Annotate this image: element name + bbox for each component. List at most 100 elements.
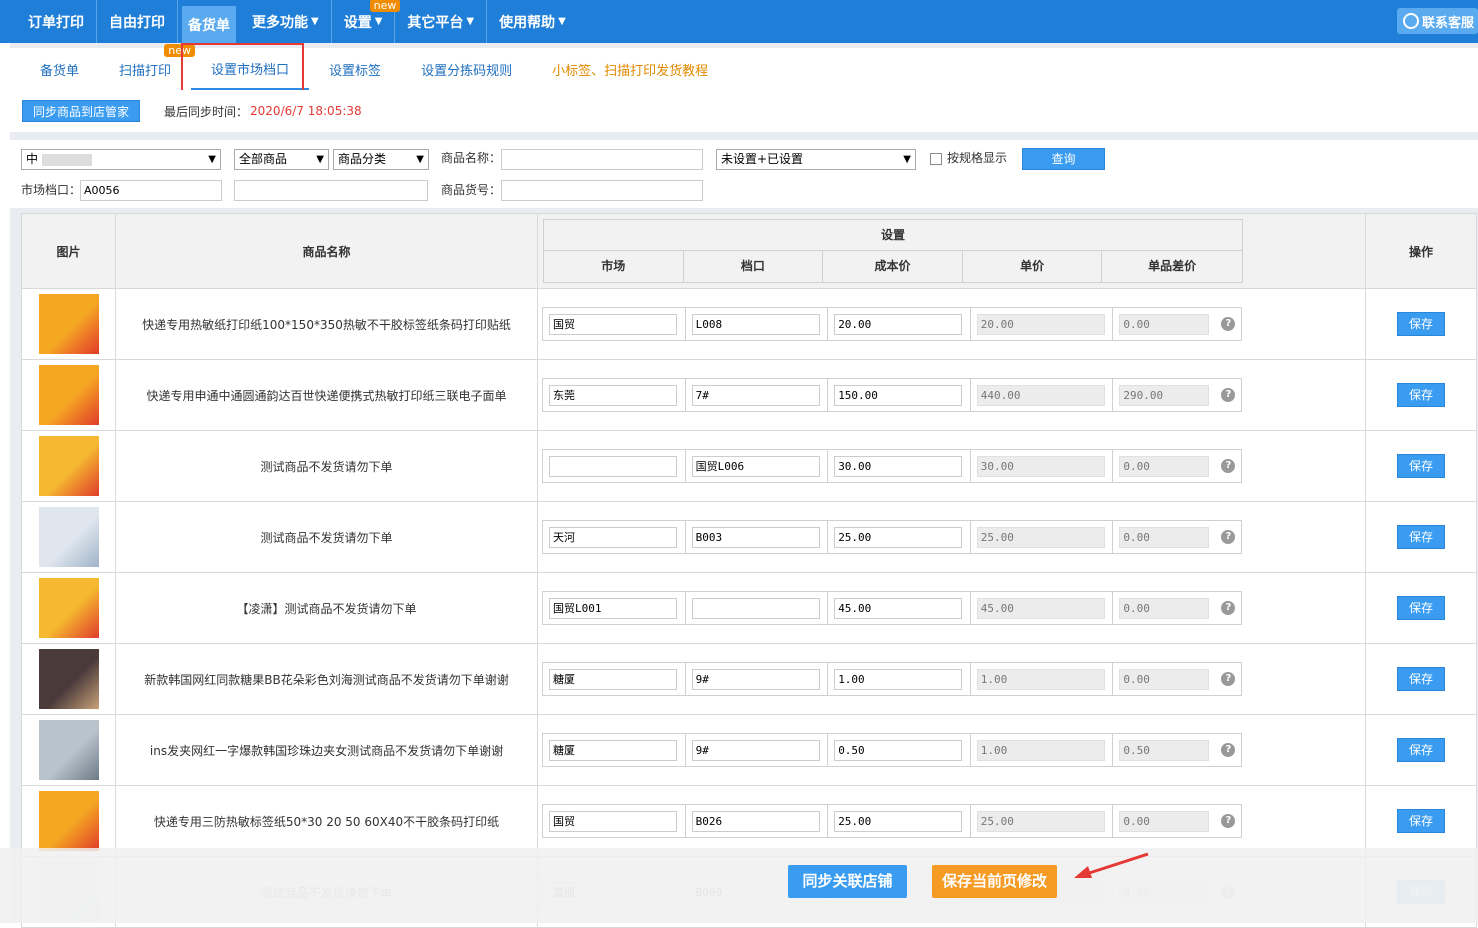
market-field[interactable] [549, 810, 677, 832]
cost-field[interactable] [834, 526, 963, 548]
save-page-button[interactable]: 保存当前页修改 [932, 865, 1057, 898]
caret-down-icon: ▼ [903, 154, 911, 165]
save-button[interactable]: 保存 [1397, 738, 1445, 762]
tab-stock-list[interactable]: 备货单 [40, 48, 79, 90]
op-cell: 保存 [1365, 501, 1477, 573]
tab-scan-print[interactable]: 扫描打印 new [119, 44, 196, 90]
help-icon[interactable]: ? [1221, 814, 1236, 828]
help-icon[interactable]: ? [1221, 530, 1236, 544]
help-icon[interactable]: ? [1221, 317, 1236, 331]
market-input[interactable]: A0056 [80, 180, 222, 201]
market-field[interactable] [549, 526, 677, 548]
content-area: 备货单 扫描打印 new 设置市场档口 设置标签 设置分拣码规则 小标签、扫描打印… [10, 43, 1478, 928]
goods-scope-select[interactable]: 全部商品 ▼ [234, 149, 329, 170]
save-button[interactable]: 保存 [1397, 454, 1445, 478]
market-field[interactable] [549, 668, 677, 690]
tab-tutorial[interactable]: 小标签、扫描打印发货教程 [552, 48, 708, 90]
settings-cell: ? [537, 785, 1366, 857]
blurred-text [42, 153, 93, 166]
sku-label: 商品货号： [441, 183, 502, 197]
chevron-down-icon: ▼ [558, 16, 566, 27]
contact-service-button[interactable]: 联系客服 [1396, 8, 1478, 34]
save-button[interactable]: 保存 [1397, 667, 1445, 691]
nav-settings[interactable]: 设置 ▼ new [332, 0, 401, 43]
market-field[interactable] [549, 313, 677, 335]
settings-cell: ? [537, 359, 1366, 431]
stall-field[interactable] [691, 597, 820, 619]
spec-checkbox[interactable] [930, 153, 942, 165]
help-icon[interactable]: ? [1221, 672, 1236, 686]
help-icon[interactable]: ? [1221, 743, 1236, 757]
diff-field [1119, 384, 1210, 406]
market-field[interactable] [549, 739, 677, 761]
nav-other-platforms[interactable]: 其它平台 ▼ [395, 0, 488, 43]
product-name: 【凌潇】测试商品不发货请勿下单 [115, 572, 538, 644]
tab-set-labels[interactable]: 设置标签 [329, 48, 381, 90]
table-row: ins发夹网红一字爆款韩国珍珠边夹女测试商品不发货请勿下单谢谢? 保存 [21, 714, 1477, 786]
spec-label: 按规格显示 [947, 151, 1008, 165]
category-select[interactable]: 商品分类 ▼ [333, 149, 429, 170]
nav-order-print[interactable]: 订单打印 [0, 0, 97, 43]
table-header: 图片 商品名称 设置 市场 档口 成本价 单价 单品差价 操作 [21, 213, 1477, 289]
col-stall: 档口 [684, 251, 824, 282]
cost-field[interactable] [834, 668, 963, 690]
nav-label: 设置 [343, 14, 372, 31]
cost-field[interactable] [834, 739, 963, 761]
cost-field[interactable] [834, 810, 963, 832]
stall-field[interactable] [691, 313, 820, 335]
sku-input[interactable] [501, 180, 703, 201]
save-button[interactable]: 保存 [1397, 383, 1445, 407]
top-nav: 订单打印 自由打印 备货单 更多功能 ▼ 设置 ▼ new 其它平台 ▼ 使用帮助 ▼ 联… [0, 0, 1478, 43]
filter-panel: 中 ▼ 全部商品 ▼ 商品分类 ▼ 商品名称： 未设置+已设置 ▼ 按规格显示 查询 市… [10, 140, 1478, 208]
stall-field[interactable] [691, 739, 820, 761]
diff-field [1119, 739, 1210, 761]
product-name: ins发夹网红一字爆款韩国珍珠边夹女测试商品不发货请勿下单谢谢 [115, 714, 538, 786]
stall-field[interactable] [691, 810, 820, 832]
nav-free-print[interactable]: 自由打印 [97, 0, 178, 43]
image-cell [21, 288, 116, 360]
status-select[interactable]: 未设置+已设置 ▼ [716, 149, 916, 170]
nav-help[interactable]: 使用帮助 ▼ [487, 0, 578, 43]
help-icon[interactable]: ? [1221, 601, 1236, 615]
sync-shops-button[interactable]: 同步关联店铺 [788, 865, 907, 898]
cost-field[interactable] [834, 455, 963, 477]
diff-field [1119, 668, 1210, 690]
save-button[interactable]: 保存 [1397, 525, 1445, 549]
caret-down-icon: ▼ [316, 154, 324, 165]
name-input[interactable] [501, 149, 703, 170]
save-button[interactable]: 保存 [1397, 809, 1445, 833]
shop-select[interactable]: 中 ▼ [21, 149, 221, 170]
product-name: 快递专用热敏纸打印纸100*150*350热敏不干胶标签纸条码打印贴纸 [115, 288, 538, 360]
op-cell: 保存 [1365, 785, 1477, 857]
stall-field[interactable] [691, 455, 820, 477]
table-row: 快递专用热敏纸打印纸100*150*350热敏不干胶标签纸条码打印贴纸? 保存 [21, 288, 1477, 360]
tab-label: 小标签、扫描打印发货教程 [552, 63, 709, 79]
tab-label: 扫描打印 [119, 63, 172, 79]
op-cell: 保存 [1365, 359, 1477, 431]
name-label: 商品名称： [441, 151, 502, 165]
col-market: 市场 [544, 251, 684, 282]
nav-more-functions[interactable]: 更多功能 ▼ [240, 0, 332, 43]
market-field[interactable] [549, 384, 677, 406]
diff-field [1119, 313, 1210, 335]
market-field[interactable] [549, 455, 677, 477]
stall-field[interactable] [691, 384, 820, 406]
extra-input[interactable] [234, 180, 428, 201]
help-icon[interactable]: ? [1221, 459, 1236, 473]
tab-sort-code-rules[interactable]: 设置分拣码规则 [421, 48, 512, 90]
help-icon[interactable]: ? [1221, 388, 1236, 402]
stall-field[interactable] [691, 526, 820, 548]
query-button[interactable]: 查询 [1022, 148, 1105, 170]
save-button[interactable]: 保存 [1397, 596, 1445, 620]
cost-field[interactable] [834, 313, 963, 335]
bottom-action-bar [0, 848, 1478, 923]
tab-label: 设置标签 [329, 63, 382, 79]
save-button[interactable]: 保存 [1397, 312, 1445, 336]
arrow-annotation-icon [1074, 852, 1149, 878]
cost-field[interactable] [834, 597, 963, 619]
nav-stock-list[interactable]: 备货单 [182, 6, 236, 43]
cost-field[interactable] [834, 384, 963, 406]
sync-goods-button[interactable]: 同步商品到店管家 [22, 100, 141, 122]
market-field[interactable] [549, 597, 677, 619]
stall-field[interactable] [691, 668, 820, 690]
